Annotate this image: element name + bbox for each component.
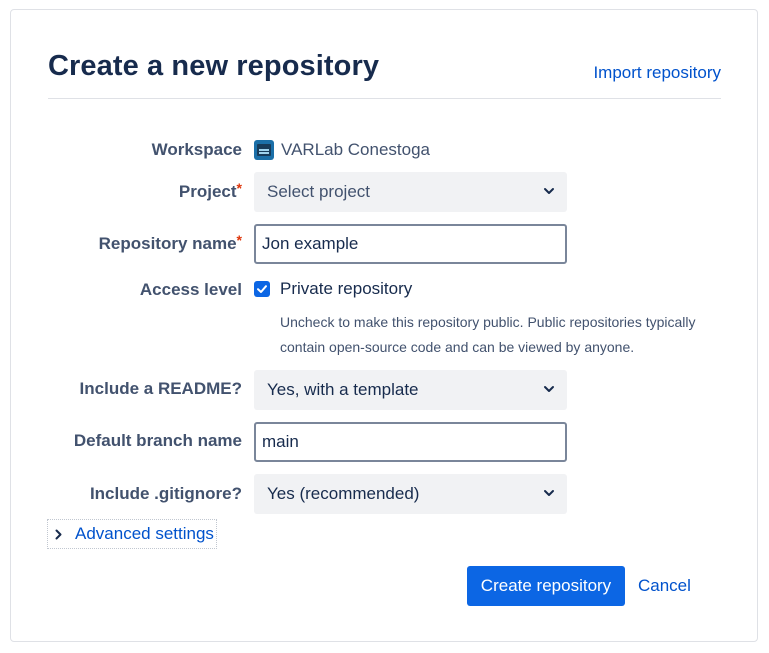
readme-select[interactable]: Yes, with a template	[254, 370, 567, 410]
workspace-value: VARLab Conestoga	[254, 140, 430, 160]
repository-name-label: Repository name*	[0, 232, 242, 254]
access-level-label: Access level	[139, 280, 242, 299]
header-divider	[48, 98, 721, 99]
chevron-down-icon	[544, 386, 554, 392]
repository-name-input[interactable]	[254, 224, 567, 264]
default-branch-label: Default branch name	[73, 431, 242, 450]
access-level-helper-text: Uncheck to make this repository public. …	[280, 314, 696, 355]
private-repository-label[interactable]: Private repository	[280, 279, 412, 299]
required-mark: *	[236, 232, 242, 248]
project-label-text: Project	[178, 182, 237, 201]
workspace-icon	[254, 140, 274, 160]
cancel-button[interactable]: Cancel	[638, 576, 691, 596]
checkmark-icon	[257, 285, 267, 293]
advanced-settings-toggle[interactable]: Advanced settings	[47, 519, 217, 549]
chevron-down-icon	[544, 490, 554, 496]
private-repository-checkbox[interactable]	[254, 281, 270, 297]
chevron-right-icon	[55, 529, 62, 539]
workspace-name: VARLab Conestoga	[281, 140, 431, 159]
import-repository-link[interactable]: Import repository	[593, 63, 721, 83]
readme-select-value: Yes, with a template	[267, 380, 419, 399]
workspace-label: Workspace	[151, 140, 242, 159]
page-title: Create a new repository	[48, 50, 380, 82]
required-mark: *	[236, 180, 242, 196]
readme-label: Include a README?	[79, 379, 242, 398]
gitignore-label: Include .gitignore?	[89, 484, 242, 503]
default-branch-input[interactable]	[254, 422, 567, 462]
gitignore-select[interactable]: Yes (recommended)	[254, 474, 567, 514]
advanced-settings-label: Advanced settings	[75, 524, 214, 543]
chevron-down-icon	[544, 188, 554, 194]
gitignore-select-value: Yes (recommended)	[267, 484, 420, 503]
project-label: Project*	[0, 180, 242, 202]
project-select-placeholder: Select project	[267, 182, 370, 201]
project-select[interactable]: Select project	[254, 172, 567, 212]
repository-name-label-text: Repository name	[98, 234, 237, 253]
create-repository-button[interactable]: Create repository	[467, 566, 625, 606]
